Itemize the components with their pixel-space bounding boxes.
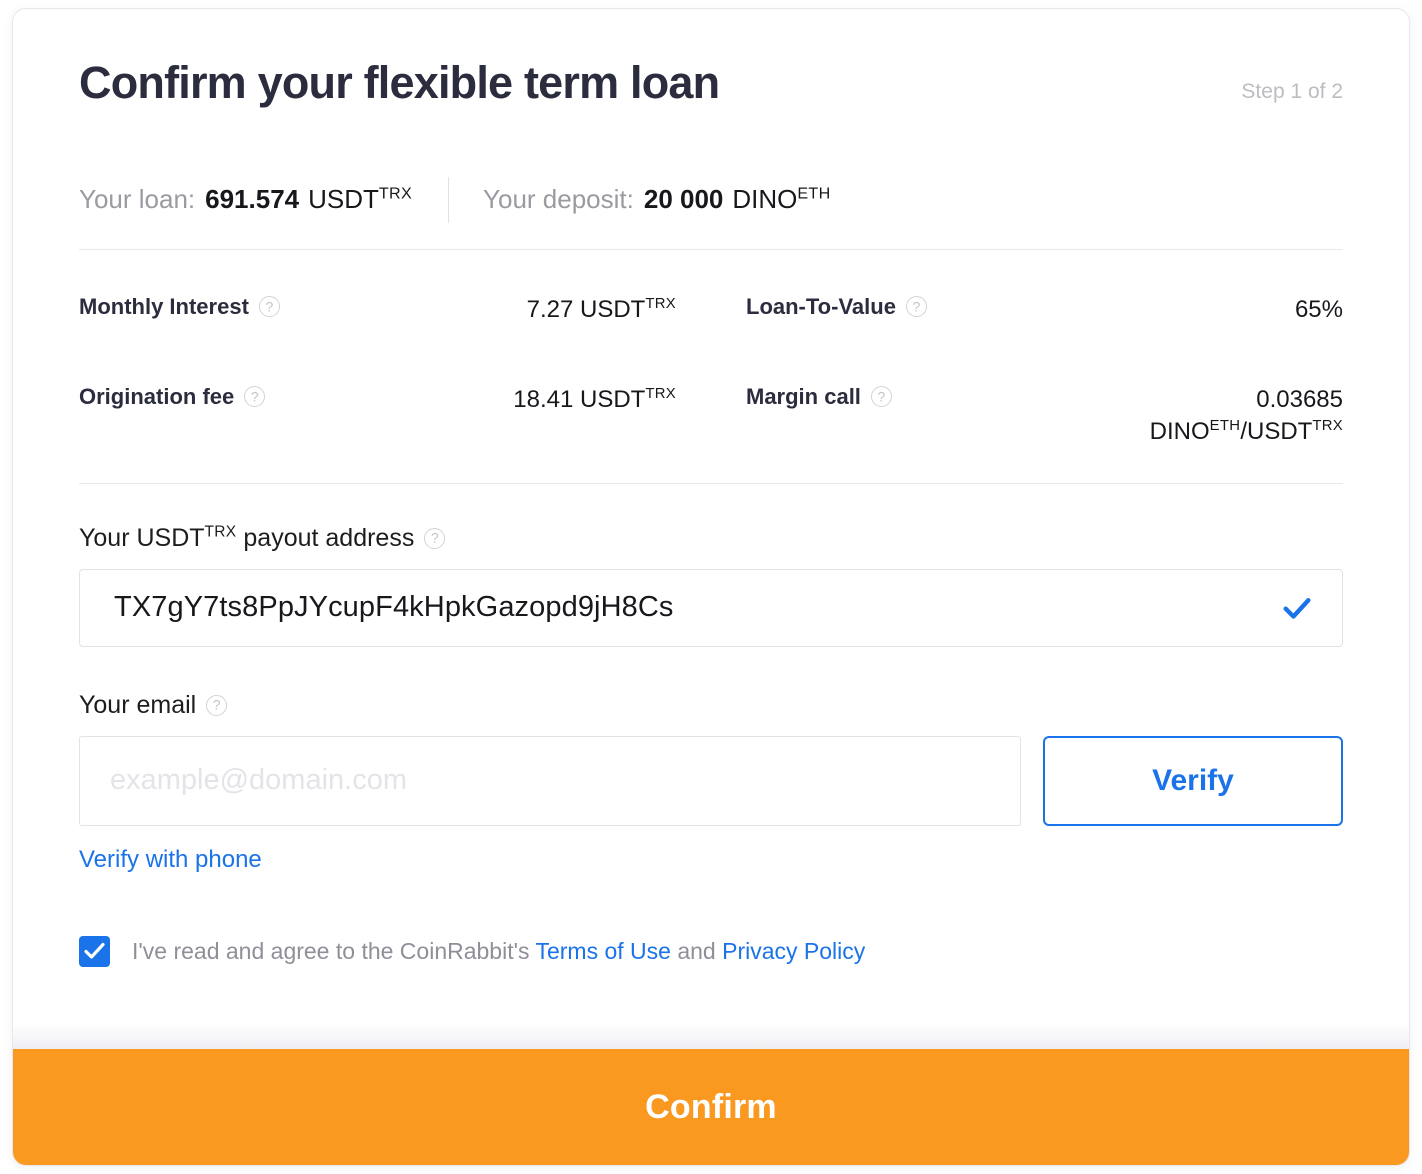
email-field[interactable] (79, 735, 1021, 826)
help-icon[interactable]: ? (870, 386, 892, 408)
payout-address-value: TX7gY7ts8PpJYcupF4kHpkGazopd9jH8Cs (114, 591, 674, 624)
summary-your-deposit: Your deposit: 20 000 DINOETH (483, 184, 830, 215)
detail-row-origination-fee: Origination fee ? 18.41 USDTTRX (79, 350, 676, 449)
form-section: Your USDTTRX payout address ? TX7gY7ts8P… (79, 484, 1343, 967)
terms-of-use-link[interactable]: Terms of Use (535, 938, 670, 964)
verify-with-phone-link[interactable]: Verify with phone (79, 846, 262, 874)
help-icon[interactable]: ? (244, 386, 266, 408)
your-loan-amount: 691.574 (205, 184, 300, 215)
help-icon[interactable]: ? (424, 527, 446, 549)
monthly-interest-value: 7.27 USDTTRX (526, 295, 676, 323)
help-icon[interactable]: ? (206, 694, 228, 716)
detail-row-loan-to-value: Loan-To-Value ? 65% (746, 260, 1343, 350)
margin-call-value: 0.03685 DINOETH/USDTTRX (1149, 385, 1343, 446)
detail-row-monthly-interest: Monthly Interest ? 7.27 USDTTRX (79, 260, 676, 350)
summary-divider (448, 176, 450, 223)
step-indicator: Step 1 of 2 (1241, 80, 1343, 103)
origination-fee-label: Origination fee ? (79, 384, 266, 410)
email-row: Verify (79, 735, 1343, 826)
email-label: Your email ? (79, 691, 1343, 720)
payout-address-label: Your USDTTRX payout address ? (79, 524, 1343, 553)
origination-fee-value: 18.41 USDTTRX (513, 385, 676, 413)
checkmark-icon (1283, 597, 1311, 619)
your-loan-label: Your loan: (79, 184, 196, 215)
loan-details-grid: Monthly Interest ? 7.27 USDTTRX Loan-To-… (79, 250, 1343, 484)
detail-row-margin-call: Margin call ? 0.03685 DINOETH/USDTTRX (746, 350, 1343, 449)
your-deposit-amount: 20 000 (643, 184, 724, 215)
terms-text: I've read and agree to the CoinRabbit's … (132, 938, 865, 965)
confirm-button[interactable]: Confirm (13, 1049, 1409, 1165)
help-icon[interactable]: ? (258, 296, 280, 318)
verify-button[interactable]: Verify (1043, 735, 1343, 826)
terms-text-middle: and (677, 937, 716, 964)
help-icon[interactable]: ? (905, 296, 927, 318)
loan-summary: Your loan: 691.574 USDTTRX Your deposit:… (79, 176, 1343, 250)
payout-address-field[interactable]: TX7gY7ts8PpJYcupF4kHpkGazopd9jH8Cs (79, 568, 1343, 647)
margin-call-label: Margin call ? (746, 384, 892, 410)
your-deposit-network: ETH (797, 184, 831, 203)
your-loan-currency: USDTTRX (308, 184, 413, 215)
your-loan-network: TRX (378, 184, 413, 203)
terms-checkbox[interactable] (79, 935, 110, 967)
checkmark-icon (84, 942, 105, 959)
terms-row: I've read and agree to the CoinRabbit's … (79, 935, 1343, 967)
page-title: Confirm your flexible term loan (79, 57, 720, 108)
terms-text-before: I've read and agree to the CoinRabbit's (132, 937, 530, 964)
privacy-policy-link[interactable]: Privacy Policy (722, 938, 865, 964)
loan-confirmation-card: Confirm your flexible term loan Step 1 o… (12, 8, 1410, 1166)
summary-your-loan: Your loan: 691.574 USDTTRX (79, 184, 412, 215)
card-body: Confirm your flexible term loan Step 1 o… (13, 9, 1409, 1049)
monthly-interest-label: Monthly Interest ? (79, 294, 280, 320)
your-deposit-currency: DINOETH (732, 184, 831, 215)
loan-to-value-value: 65% (1294, 295, 1343, 323)
card-header: Confirm your flexible term loan Step 1 o… (79, 9, 1343, 109)
loan-to-value-label: Loan-To-Value ? (746, 294, 927, 320)
your-deposit-label: Your deposit: (483, 184, 634, 215)
